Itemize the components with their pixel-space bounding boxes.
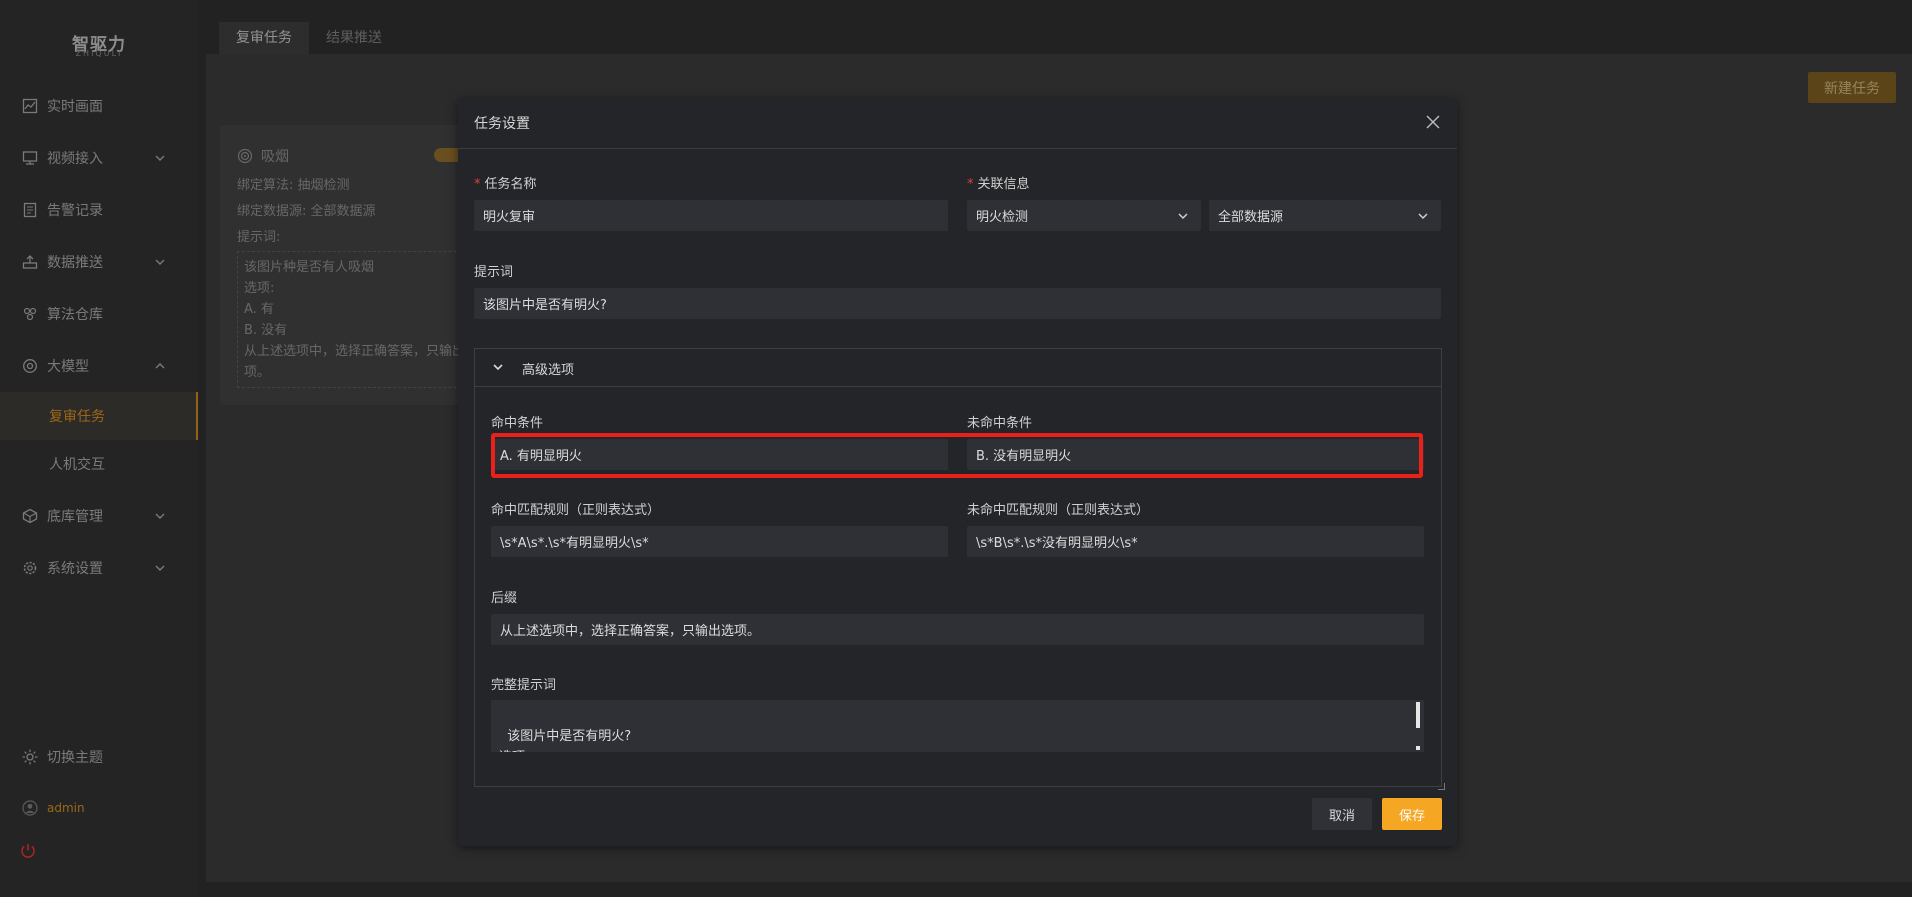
hit-regex-label: 命中匹配规则（正则表达式）: [491, 503, 661, 518]
full-prompt-label: 完整提示词: [491, 678, 557, 693]
modal-divider: [458, 148, 1457, 149]
resize-handle[interactable]: [1438, 783, 1445, 790]
save-button[interactable]: 保存: [1382, 798, 1442, 830]
advanced-options-header[interactable]: 高级选项: [475, 349, 1441, 387]
modal-title: 任务设置: [474, 116, 530, 132]
task-name-input[interactable]: 明火复审: [474, 200, 948, 231]
related-algo-select[interactable]: 明火检测: [967, 200, 1201, 231]
chevron-down-icon: [492, 361, 504, 373]
prompt-label: 提示词: [474, 265, 514, 280]
advanced-options-title: 高级选项: [522, 363, 575, 378]
chevron-down-icon: [1177, 210, 1189, 222]
related-info-label-text: 关联信息: [977, 177, 1030, 192]
suffix-input[interactable]: 从上述选项中，选择正确答案，只输出选项。: [491, 614, 1424, 645]
scrollbar-end: [1416, 746, 1420, 750]
full-prompt-text: 该图片中是否有明火? 选项:: [499, 729, 632, 752]
prompt-input[interactable]: 该图片中是否有明火?: [474, 288, 1441, 319]
close-icon[interactable]: [1425, 114, 1441, 130]
miss-regex-input[interactable]: \s*B\s*.\s*没有明显明火\s*: [967, 526, 1424, 557]
highlight-box: [491, 433, 1423, 478]
miss-condition-label: 未命中条件: [967, 416, 1033, 431]
related-source-select[interactable]: 全部数据源: [1209, 200, 1441, 231]
cancel-button[interactable]: 取消: [1312, 798, 1372, 830]
scrollbar-thumb[interactable]: [1416, 702, 1420, 728]
related-info-label: * 关联信息: [967, 177, 1030, 192]
chevron-down-icon: [1417, 210, 1429, 222]
miss-regex-label: 未命中匹配规则（正则表达式）: [967, 503, 1150, 518]
hit-regex-input[interactable]: \s*A\s*.\s*有明显明火\s*: [491, 526, 948, 557]
related-algo-value: 明火检测: [976, 210, 1029, 225]
task-name-label: * 任务名称: [474, 177, 537, 192]
suffix-label: 后缀: [491, 591, 518, 606]
task-name-label-text: 任务名称: [484, 177, 537, 192]
full-prompt-textarea[interactable]: 该图片中是否有明火? 选项:: [491, 700, 1424, 752]
hit-condition-label: 命中条件: [491, 416, 544, 431]
related-source-value: 全部数据源: [1218, 210, 1284, 225]
